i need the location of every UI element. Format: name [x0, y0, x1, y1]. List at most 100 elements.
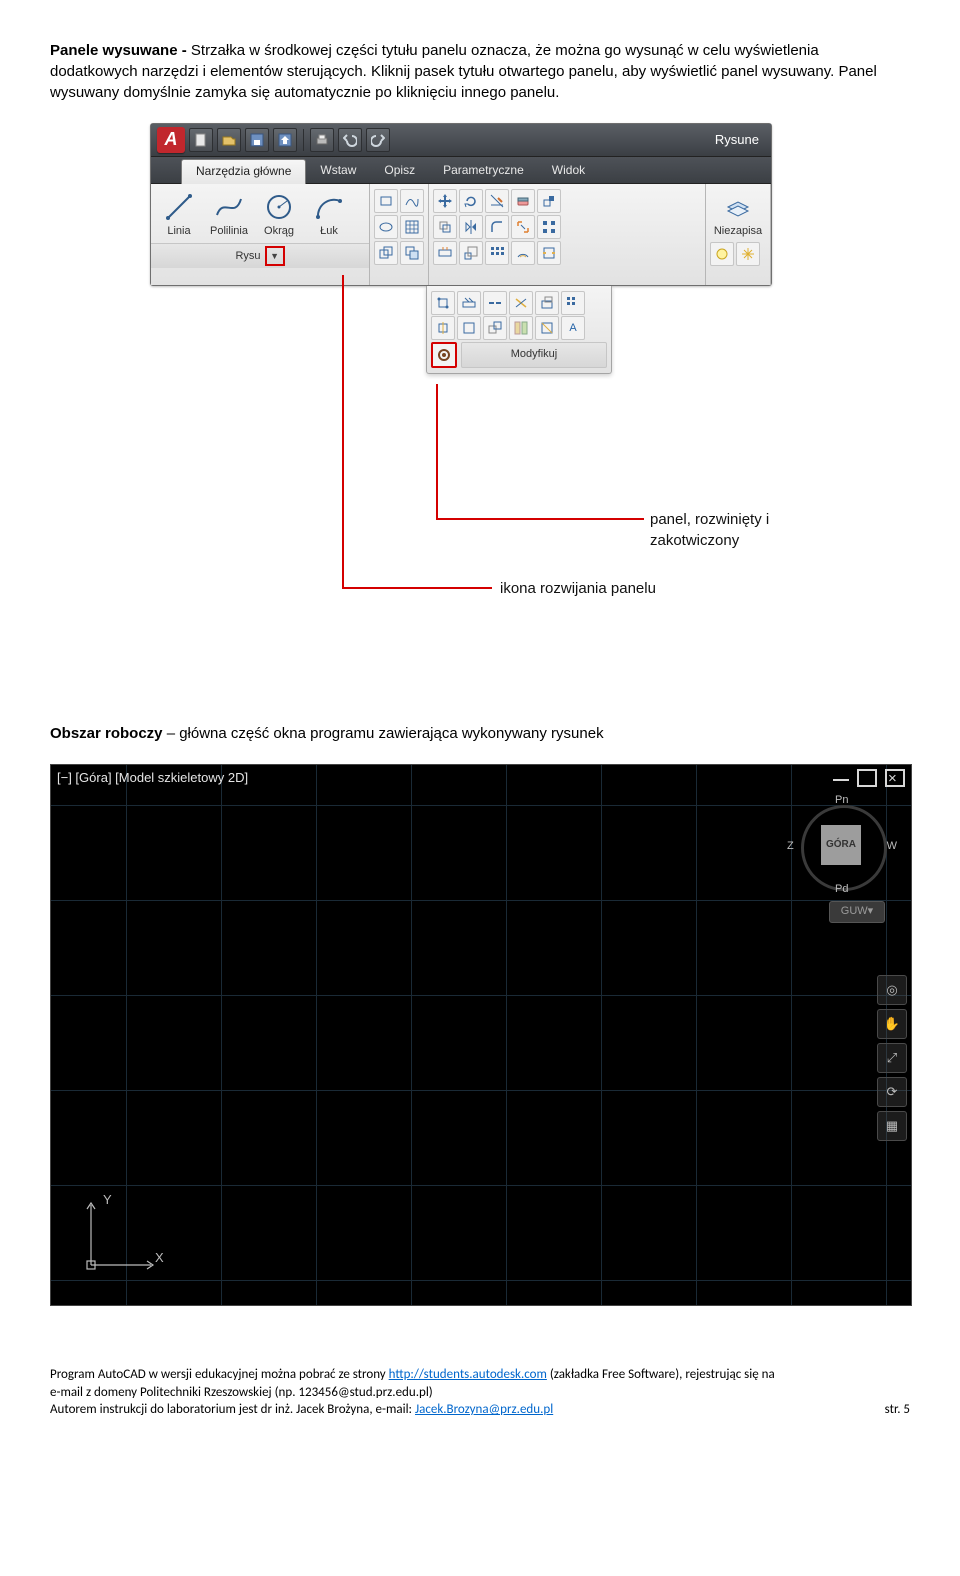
lead2-bold: Obszar roboczy: [50, 725, 163, 742]
compass-w: Z: [787, 839, 794, 854]
document-title: Rysune: [394, 131, 765, 149]
modify-hatch-icon[interactable]: [400, 215, 424, 239]
lead2-text: – główna część okna programu zawierająca…: [163, 725, 604, 742]
compass-n: Pn: [835, 793, 848, 808]
nav-zoom-extents-icon[interactable]: ⤢: [877, 1043, 907, 1073]
rotate-icon[interactable]: [459, 189, 483, 213]
qat-redo-icon[interactable]: [366, 128, 390, 152]
callout-expand-label: ikona rozwijania panelu: [500, 578, 656, 599]
ucs-dropdown[interactable]: GUW ▾: [829, 901, 885, 923]
ex-spline-edit-icon[interactable]: [431, 291, 455, 315]
ucs-y-label: Y: [103, 1191, 112, 1209]
stretch-icon[interactable]: [433, 241, 457, 265]
ribbon-body: Linia Polilinia Okrąg Łuk: [151, 184, 771, 285]
mirror-icon[interactable]: [459, 215, 483, 239]
close-viewport-icon[interactable]: ×: [885, 769, 905, 787]
qat-open-icon[interactable]: [217, 128, 241, 152]
join-icon[interactable]: [537, 241, 561, 265]
paragraph-slideout-panels: Panele wysuwane - Strzałka w środkowej c…: [50, 40, 910, 103]
qat-save-icon[interactable]: [245, 128, 269, 152]
ribbon-screenshot: A Rysune: [150, 123, 790, 683]
modify-move-overlap-icon[interactable]: [400, 241, 424, 265]
array-icon[interactable]: [485, 241, 509, 265]
callout-line-expand-h: [342, 587, 492, 589]
maximize-viewport-icon[interactable]: [857, 769, 877, 787]
ex-array-small-icon[interactable]: [561, 291, 585, 315]
tab-annotate[interactable]: Opisz: [370, 157, 429, 183]
layer-state-dropdown[interactable]: Niezapisa: [710, 188, 766, 241]
callout-line-expand-v: [342, 275, 344, 587]
viewport-label[interactable]: [−] [Góra] [Model szkieletowy 2D]: [57, 769, 248, 787]
copy-icon[interactable]: [433, 215, 457, 239]
viewcube[interactable]: GÓRA Pn Pd Z W: [791, 795, 891, 895]
tool-polyline[interactable]: Polilinia: [205, 188, 253, 241]
app-menu-button[interactable]: A: [157, 127, 185, 153]
paragraph-drawing-area: Obszar roboczy – główna część okna progr…: [50, 723, 910, 744]
tab-insert[interactable]: Wstaw: [306, 157, 370, 183]
ex-break-icon[interactable]: [483, 291, 507, 315]
tab-parametric[interactable]: Parametryczne: [429, 157, 538, 183]
panel-draw-title[interactable]: Rysu ▼: [151, 243, 369, 268]
qat-saveas-icon[interactable]: [273, 128, 297, 152]
offset-icon[interactable]: [511, 241, 535, 265]
nav-wheel-icon[interactable]: ◎: [877, 975, 907, 1005]
layer-on-icon[interactable]: [710, 242, 734, 266]
page-footer: Program AutoCAD w wersji edukacyjnej moż…: [50, 1366, 910, 1419]
modify-rect-icon[interactable]: [374, 189, 398, 213]
move-icon[interactable]: [433, 189, 457, 213]
qat-print-icon[interactable]: [310, 128, 334, 152]
nav-pan-icon[interactable]: ✋: [877, 1009, 907, 1039]
compass-e: W: [887, 839, 897, 854]
ex-blend-icon[interactable]: [509, 316, 533, 340]
navigation-bar: ◎ ✋ ⤢ ⟳ ▦: [877, 975, 907, 1141]
modify-ellipse-icon[interactable]: [374, 215, 398, 239]
callout-line-pin-h: [436, 518, 644, 520]
fillet-icon[interactable]: [485, 215, 509, 239]
tool-circle[interactable]: Okrąg: [255, 188, 303, 241]
viewcube-face[interactable]: GÓRA: [821, 825, 861, 865]
qat-separator: [303, 129, 304, 151]
ex-reverse-icon[interactable]: [457, 316, 481, 340]
modify-spline-icon[interactable]: [400, 189, 424, 213]
pin-panel-icon[interactable]: [431, 342, 457, 368]
ex-copy-nested-icon[interactable]: [483, 316, 507, 340]
lead-bold: Panele wysuwane -: [50, 42, 191, 59]
panel-layers: Niezapisa: [706, 184, 771, 285]
nav-showmotion-icon[interactable]: ▦: [877, 1111, 907, 1141]
tool-arc[interactable]: Łuk: [305, 188, 353, 241]
viewport-controls: ×: [833, 769, 905, 787]
ucs-icon: Y X: [81, 1195, 171, 1275]
erase-icon[interactable]: [511, 189, 535, 213]
ex-change-space-icon[interactable]: [535, 316, 559, 340]
ucs-x-label: X: [155, 1249, 164, 1267]
scale-icon[interactable]: [459, 241, 483, 265]
tab-view[interactable]: Widok: [538, 157, 599, 183]
panel-draw: Linia Polilinia Okrąg Łuk: [151, 184, 370, 285]
ribbon-tabs: Narzędzia główne Wstaw Opisz Parametrycz…: [151, 157, 771, 184]
array-grid-icon[interactable]: [537, 215, 561, 239]
trim-icon[interactable]: [485, 189, 509, 213]
stretch-arrows-icon[interactable]: [511, 215, 535, 239]
tool-line[interactable]: Linia: [155, 188, 203, 241]
nav-orbit-icon[interactable]: ⟳: [877, 1077, 907, 1107]
ex-join-icon[interactable]: [431, 316, 455, 340]
panel-modify-expanded: A Modyfikuj: [426, 286, 612, 374]
panel-expand-icon[interactable]: ▼: [265, 246, 285, 266]
drawing-area-screenshot: [−] [Góra] [Model szkieletowy 2D] × GÓRA…: [50, 764, 912, 1306]
panel-modify-title[interactable]: Modyfikuj: [461, 342, 607, 368]
footer-link-autodesk[interactable]: http://students.autodesk.com: [389, 1367, 547, 1382]
ex-edit-pline-icon[interactable]: [535, 291, 559, 315]
page-number: str. 5: [885, 1401, 910, 1419]
ex-draworder-icon[interactable]: A: [561, 316, 585, 340]
layer-freeze-icon[interactable]: [736, 242, 760, 266]
minimize-viewport-icon[interactable]: [833, 769, 849, 781]
explode-icon[interactable]: [537, 189, 561, 213]
qat-new-icon[interactable]: [189, 128, 213, 152]
tab-home[interactable]: Narzędzia główne: [181, 159, 306, 184]
qat-undo-icon[interactable]: [338, 128, 362, 152]
ex-align-icon[interactable]: [457, 291, 481, 315]
footer-link-email[interactable]: Jacek.Brozyna@prz.edu.pl: [415, 1402, 553, 1417]
compass-s: Pd: [835, 882, 848, 897]
ex-lengthen-icon[interactable]: [509, 291, 533, 315]
modify-region-icon[interactable]: [374, 241, 398, 265]
